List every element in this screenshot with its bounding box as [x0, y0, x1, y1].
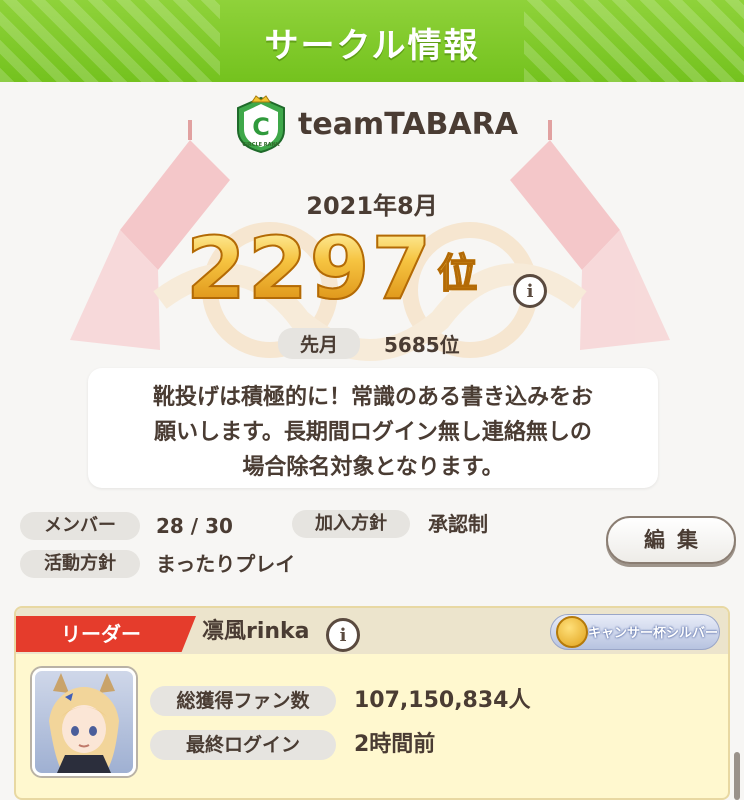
circle-name: teamTABARA	[298, 106, 518, 142]
leader-tab-label: リーダー	[61, 622, 141, 646]
character-portrait-icon	[49, 673, 119, 773]
edit-button[interactable]: 編集	[606, 516, 736, 564]
members-value: 28 / 30	[156, 514, 233, 538]
ranking-number: 2297	[185, 219, 434, 319]
leader-info-icon[interactable]: i	[326, 618, 360, 652]
description-line: 願いします。長期間ログイン無し連絡無しの	[154, 420, 592, 445]
svg-text:CIRCLE RANK: CIRCLE RANK	[242, 142, 280, 148]
title-badge-text: キャンサー杯シルバー	[588, 626, 719, 641]
header-bar: サークル情報	[0, 0, 744, 82]
last-login-label: 最終ログイン	[150, 730, 336, 760]
description-line: 場合除名対象となります。	[242, 455, 504, 480]
activity-policy-value: まったりプレイ	[156, 552, 296, 576]
previous-month-value: 5685位	[384, 333, 460, 357]
leader-name: 凛風rinka	[202, 619, 310, 644]
total-fans-label: 総獲得ファン数	[150, 686, 336, 716]
ranking-display: 2297 位	[185, 219, 479, 319]
total-fans-value: 107,150,834人	[354, 688, 531, 713]
ranking-info-icon[interactable]: i	[513, 274, 547, 308]
ranking-suffix: 位	[437, 244, 479, 304]
join-policy-label: 加入方針	[292, 510, 410, 538]
circle-name-row: C CIRCLE RANK teamTABARA	[232, 94, 518, 154]
description-line: 靴投げは積極的に！常識のある書き込みをお	[152, 385, 593, 410]
previous-month-rank: 先月 5685位	[278, 328, 460, 359]
trophy-icon	[556, 616, 588, 648]
last-login-value: 2時間前	[354, 732, 436, 757]
members-label: メンバー	[20, 512, 140, 540]
scrollbar[interactable]	[734, 752, 740, 800]
leader-avatar[interactable]	[32, 668, 136, 776]
join-policy-value: 承認制	[428, 512, 488, 536]
svg-text:C: C	[252, 113, 270, 141]
circle-description: 靴投げは積極的に！常識のある書き込みをお 願いします。長期間ログイン無し連絡無し…	[88, 368, 658, 488]
activity-policy-label: 活動方針	[20, 550, 140, 578]
page-title: サークル情報	[264, 26, 480, 66]
circle-rank-emblem-icon: C CIRCLE RANK	[237, 95, 285, 154]
previous-month-label: 先月	[278, 328, 361, 359]
ranking-month: 2021年8月	[306, 192, 438, 220]
